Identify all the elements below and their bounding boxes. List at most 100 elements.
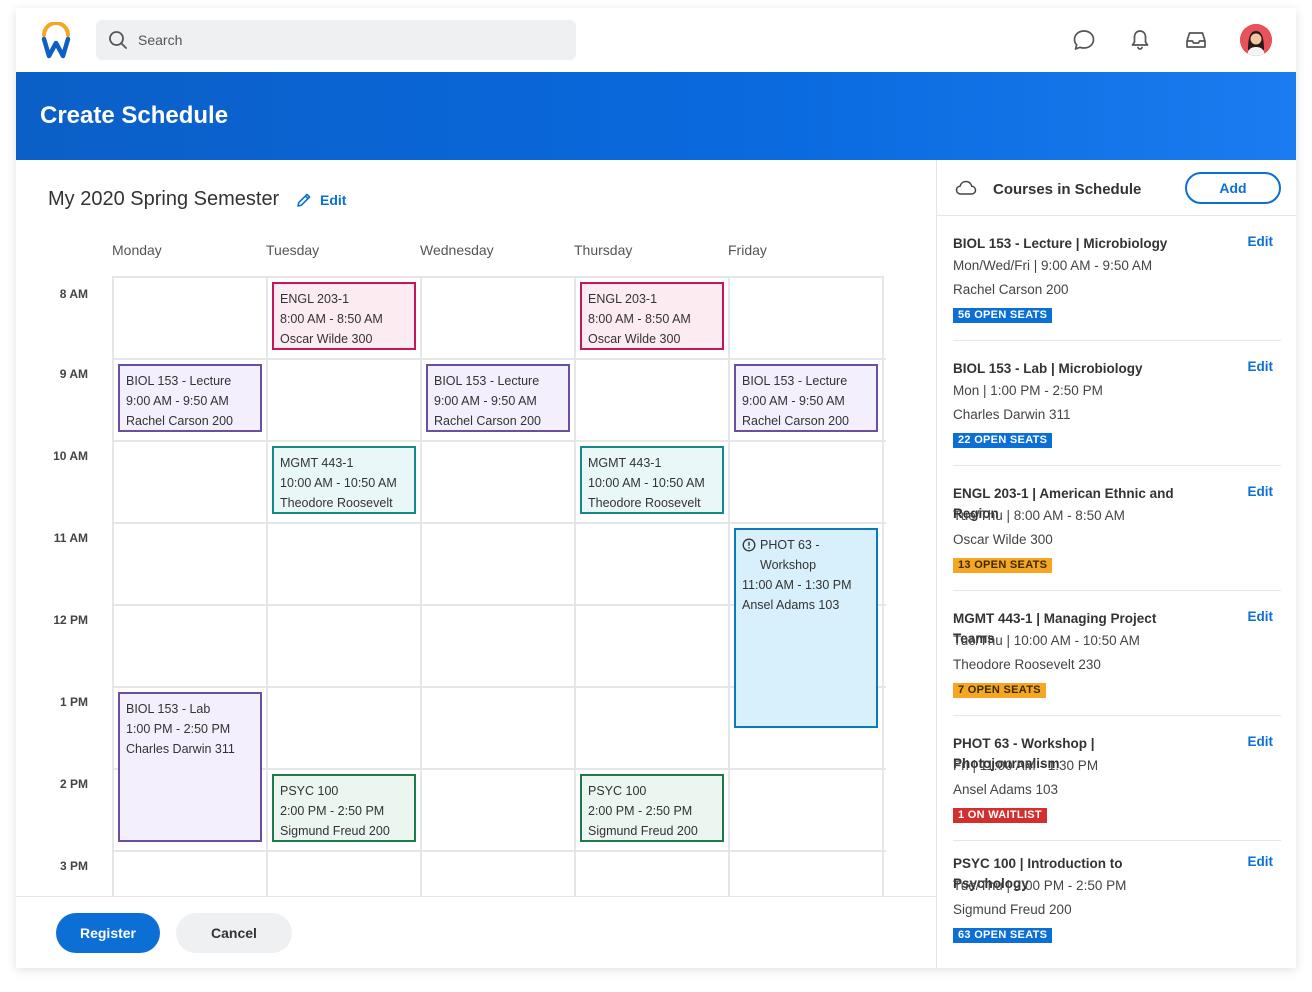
event-room: Oscar Wilde 300	[280, 332, 373, 346]
course-item: BIOL 153 - Lecture | Microbiology Edit M…	[953, 216, 1281, 341]
page-title: Create Schedule	[40, 102, 229, 129]
grid-divider	[114, 358, 886, 360]
register-button[interactable]: Register	[56, 913, 160, 953]
event-time: 1:00 PM - 2:50 PM	[126, 722, 231, 736]
seats-badge: 56 OPEN SEATS	[953, 308, 1053, 323]
event-room: Charles Darwin 311	[126, 742, 235, 756]
course-edit-link[interactable]: Edit	[1248, 734, 1274, 749]
event-time: 8:00 AM - 8:50 AM	[588, 312, 691, 326]
alert-circle-icon	[742, 538, 756, 552]
event-course-type: Workshop	[760, 558, 817, 572]
time-label: 8 AM	[59, 287, 88, 301]
event-course: BIOL 153 - Lecture	[742, 374, 848, 388]
seats-badge: 13 OPEN SEATS	[953, 558, 1053, 573]
event-course: PSYC 100	[588, 784, 647, 798]
event-course: BIOL 153 - Lab	[126, 702, 211, 716]
course-item: ENGL 203-1 | American Ethnic and Region …	[953, 466, 1281, 591]
course-edit-link[interactable]: Edit	[1248, 854, 1274, 869]
course-item: PHOT 63 - Workshop | Photojournalism Edi…	[953, 716, 1281, 841]
grid-divider	[420, 278, 422, 898]
event-course: BIOL 153 - Lecture	[126, 374, 232, 388]
event-biol-lecture-wednesday[interactable]: BIOL 153 - Lecture 9:00 AM - 9:50 AM Rac…	[426, 364, 570, 432]
event-course: PSYC 100	[280, 784, 339, 798]
cloud-icon	[955, 180, 977, 195]
semester-title: My 2020 Spring Semester	[48, 188, 280, 210]
time-label: 1 PM	[59, 695, 88, 709]
day-header-monday: Monday	[112, 242, 162, 258]
day-header-wednesday: Wednesday	[420, 242, 494, 258]
course-schedule: Mon | 1:00 PM - 2:50 PM	[953, 383, 1103, 398]
course-schedule: Tue/Thu | 10:00 AM - 10:50 AM	[953, 633, 1140, 648]
grid-divider	[728, 278, 730, 898]
courses-panel-title: Courses in Schedule	[993, 181, 1142, 198]
course-schedule: Mon/Wed/Fri | 9:00 AM - 9:50 AM	[953, 258, 1153, 273]
event-time: 9:00 AM - 9:50 AM	[126, 394, 229, 408]
event-room: Rachel Carson 200	[434, 414, 542, 428]
event-mgmt-thursday[interactable]: MGMT 443-1 10:00 AM - 10:50 AM Theodore …	[580, 446, 724, 514]
event-time: 2:00 PM - 2:50 PM	[280, 804, 385, 818]
workday-logo-icon[interactable]	[40, 21, 72, 60]
course-edit-link[interactable]: Edit	[1248, 234, 1274, 249]
time-label: 9 AM	[59, 367, 88, 381]
course-room: Oscar Wilde 300	[953, 532, 1053, 547]
course-schedule: Tue/Thu | 2:00 PM - 2:50 PM	[953, 878, 1127, 893]
cancel-button[interactable]: Cancel	[176, 913, 292, 953]
course-edit-link[interactable]: Edit	[1248, 484, 1274, 499]
event-phot-header: PHOT 63 - Workshop	[742, 535, 870, 575]
event-mgmt-tuesday[interactable]: MGMT 443-1 10:00 AM - 10:50 AM Theodore …	[272, 446, 416, 514]
event-room: Rachel Carson 200	[742, 414, 850, 428]
course-name: BIOL 153 - Lecture | Microbiology	[953, 236, 1168, 251]
inbox-icon[interactable]	[1184, 28, 1208, 52]
event-phot-friday[interactable]: PHOT 63 - Workshop 11:00 AM - 1:30 PM An…	[734, 528, 878, 728]
bell-icon[interactable]	[1128, 28, 1152, 52]
event-room: Theodore Roosevelt	[588, 496, 701, 510]
event-course: MGMT 443-1	[588, 456, 662, 470]
grid-divider	[114, 440, 886, 442]
time-label: 12 PM	[53, 613, 88, 627]
time-label: 11 AM	[53, 531, 88, 545]
event-room: Ansel Adams 103	[742, 598, 840, 612]
course-schedule: Tue/Thu | 8:00 AM - 8:50 AM	[953, 508, 1125, 523]
app-window: Create Schedule My 2020 Spring Semester …	[16, 8, 1296, 968]
seats-badge: 22 OPEN SEATS	[953, 433, 1053, 448]
page-banner: Create Schedule	[16, 72, 1296, 160]
event-biol-lecture-friday[interactable]: BIOL 153 - Lecture 9:00 AM - 9:50 AM Rac…	[734, 364, 878, 432]
search-bar[interactable]	[96, 20, 576, 60]
search-icon	[109, 31, 127, 49]
search-input[interactable]	[138, 32, 538, 48]
edit-schedule-button[interactable]: Edit	[296, 192, 346, 208]
event-time: 10:00 AM - 10:50 AM	[280, 476, 397, 490]
event-engl-thursday[interactable]: ENGL 203-1 8:00 AM - 8:50 AM Oscar Wilde…	[580, 282, 724, 350]
course-room: Sigmund Freud 200	[953, 902, 1072, 917]
day-header-tuesday: Tuesday	[266, 242, 320, 258]
event-course: BIOL 153 - Lecture	[434, 374, 540, 388]
event-time: 11:00 AM - 1:30 PM	[742, 578, 852, 592]
chat-icon[interactable]	[1072, 28, 1096, 52]
course-room: Rachel Carson 200	[953, 282, 1069, 297]
seats-badge: 7 OPEN SEATS	[953, 683, 1046, 698]
event-course: PHOT 63 -	[760, 538, 820, 552]
event-psyc-tuesday[interactable]: PSYC 100 2:00 PM - 2:50 PM Sigmund Freud…	[272, 774, 416, 842]
action-footer: Register Cancel	[16, 896, 936, 968]
event-time: 10:00 AM - 10:50 AM	[588, 476, 705, 490]
event-psyc-thursday[interactable]: PSYC 100 2:00 PM - 2:50 PM Sigmund Freud…	[580, 774, 724, 842]
grid-divider	[574, 278, 576, 898]
event-biol-lab-monday[interactable]: BIOL 153 - Lab 1:00 PM - 2:50 PM Charles…	[118, 692, 262, 842]
event-time: 2:00 PM - 2:50 PM	[588, 804, 693, 818]
event-room: Sigmund Freud 200	[588, 824, 698, 838]
course-item: MGMT 443-1 | Managing Project Teams Edit…	[953, 591, 1281, 716]
avatar[interactable]	[1240, 24, 1272, 56]
course-edit-link[interactable]: Edit	[1248, 359, 1274, 374]
event-engl-tuesday[interactable]: ENGL 203-1 8:00 AM - 8:50 AM Oscar Wilde…	[272, 282, 416, 350]
event-room: Sigmund Freud 200	[280, 824, 390, 838]
add-course-button[interactable]: Add	[1185, 172, 1281, 204]
time-label: 2 PM	[59, 777, 88, 791]
pencil-icon	[297, 193, 311, 207]
course-edit-link[interactable]: Edit	[1248, 609, 1274, 624]
event-biol-lecture-monday[interactable]: BIOL 153 - Lecture 9:00 AM - 9:50 AM Rac…	[118, 364, 262, 432]
grid-divider	[114, 522, 886, 524]
time-label: 3 PM	[59, 859, 88, 873]
edit-schedule-label: Edit	[320, 192, 347, 208]
event-room: Rachel Carson 200	[126, 414, 234, 428]
grid-divider	[114, 850, 886, 852]
